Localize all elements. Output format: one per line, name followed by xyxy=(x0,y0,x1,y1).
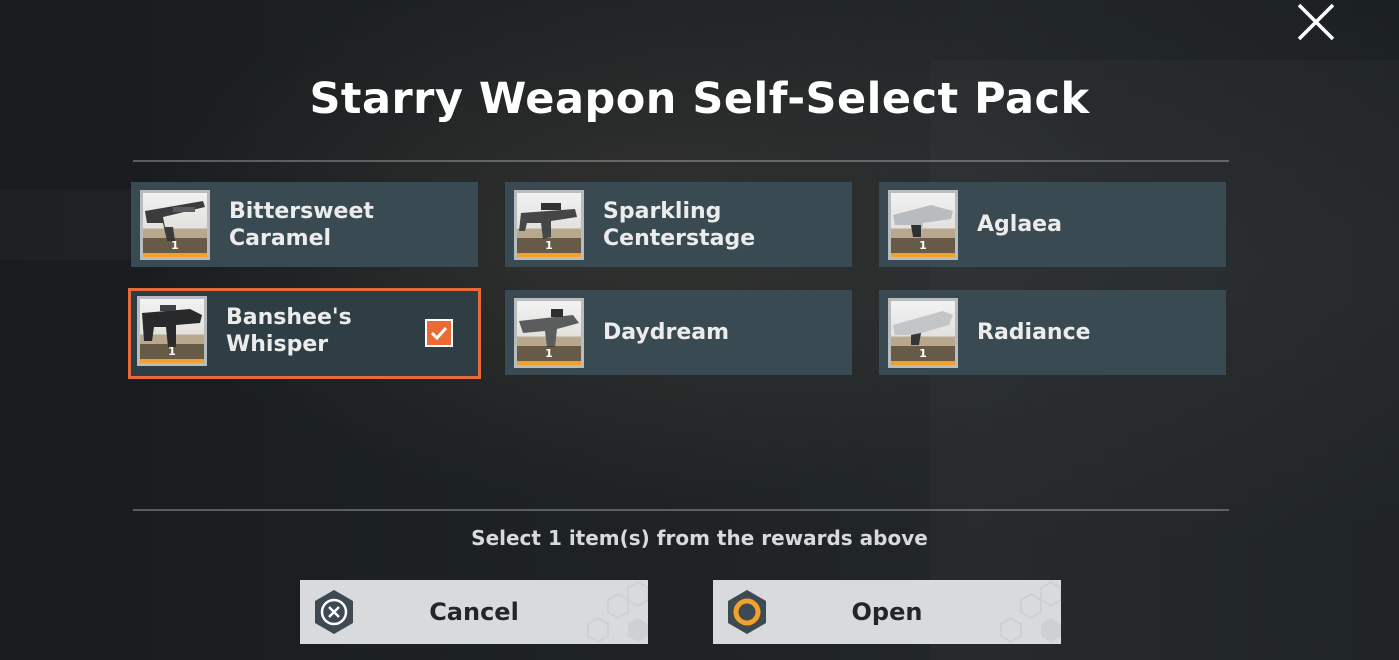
weapon-thumbnail: 1 xyxy=(888,298,958,368)
item-name: Sparkling Centerstage xyxy=(603,198,756,251)
item-count: 1 xyxy=(517,346,581,361)
weapon-thumbnail: 1 xyxy=(514,298,584,368)
reward-item-card[interactable]: 1 Aglaea xyxy=(879,182,1226,267)
rarity-bar xyxy=(517,361,581,365)
close-icon xyxy=(1297,3,1335,41)
reward-item-card[interactable]: 1 Daydream xyxy=(505,290,852,375)
weapon-thumbnail: 1 xyxy=(137,296,207,366)
reward-item-card[interactable]: 1 Sparkling Centerstage xyxy=(505,182,852,267)
item-count: 1 xyxy=(140,344,204,359)
rarity-bar xyxy=(143,253,207,257)
rarity-bar xyxy=(140,359,204,363)
dialog-title: Starry Weapon Self-Select Pack xyxy=(309,74,1090,124)
close-button[interactable] xyxy=(1294,0,1338,44)
rarity-bar xyxy=(891,253,955,257)
reward-item-card[interactable]: 1 Radiance xyxy=(879,290,1226,375)
item-name: Radiance xyxy=(977,320,1091,345)
weapon-thumbnail: 1 xyxy=(514,190,584,260)
item-name: Banshee's Whisper xyxy=(226,304,352,357)
bottom-divider xyxy=(133,509,1229,511)
cancel-button[interactable]: Cancel xyxy=(300,580,648,644)
reward-item-card[interactable]: 1 Bittersweet Caramel xyxy=(131,182,478,267)
open-button[interactable]: Open xyxy=(713,580,1061,644)
open-label: Open xyxy=(851,598,923,626)
item-name: Aglaea xyxy=(977,212,1062,237)
item-count: 1 xyxy=(891,238,955,253)
cancel-label: Cancel xyxy=(429,598,519,626)
item-name: Bittersweet Caramel xyxy=(229,198,374,251)
item-name: Daydream xyxy=(603,320,730,345)
rarity-bar xyxy=(891,361,955,365)
rarity-bar xyxy=(517,253,581,257)
selected-checkbox[interactable] xyxy=(425,319,453,347)
top-divider xyxy=(133,160,1229,162)
weapon-thumbnail: 1 xyxy=(140,190,210,260)
selection-hint: Select 1 item(s) from the rewards above xyxy=(471,526,928,550)
checkmark-icon xyxy=(430,326,448,341)
item-count: 1 xyxy=(143,238,207,253)
item-count: 1 xyxy=(517,238,581,253)
item-count: 1 xyxy=(891,346,955,361)
reward-item-card-selected[interactable]: 1 Banshee's Whisper xyxy=(128,288,481,379)
weapon-thumbnail: 1 xyxy=(888,190,958,260)
